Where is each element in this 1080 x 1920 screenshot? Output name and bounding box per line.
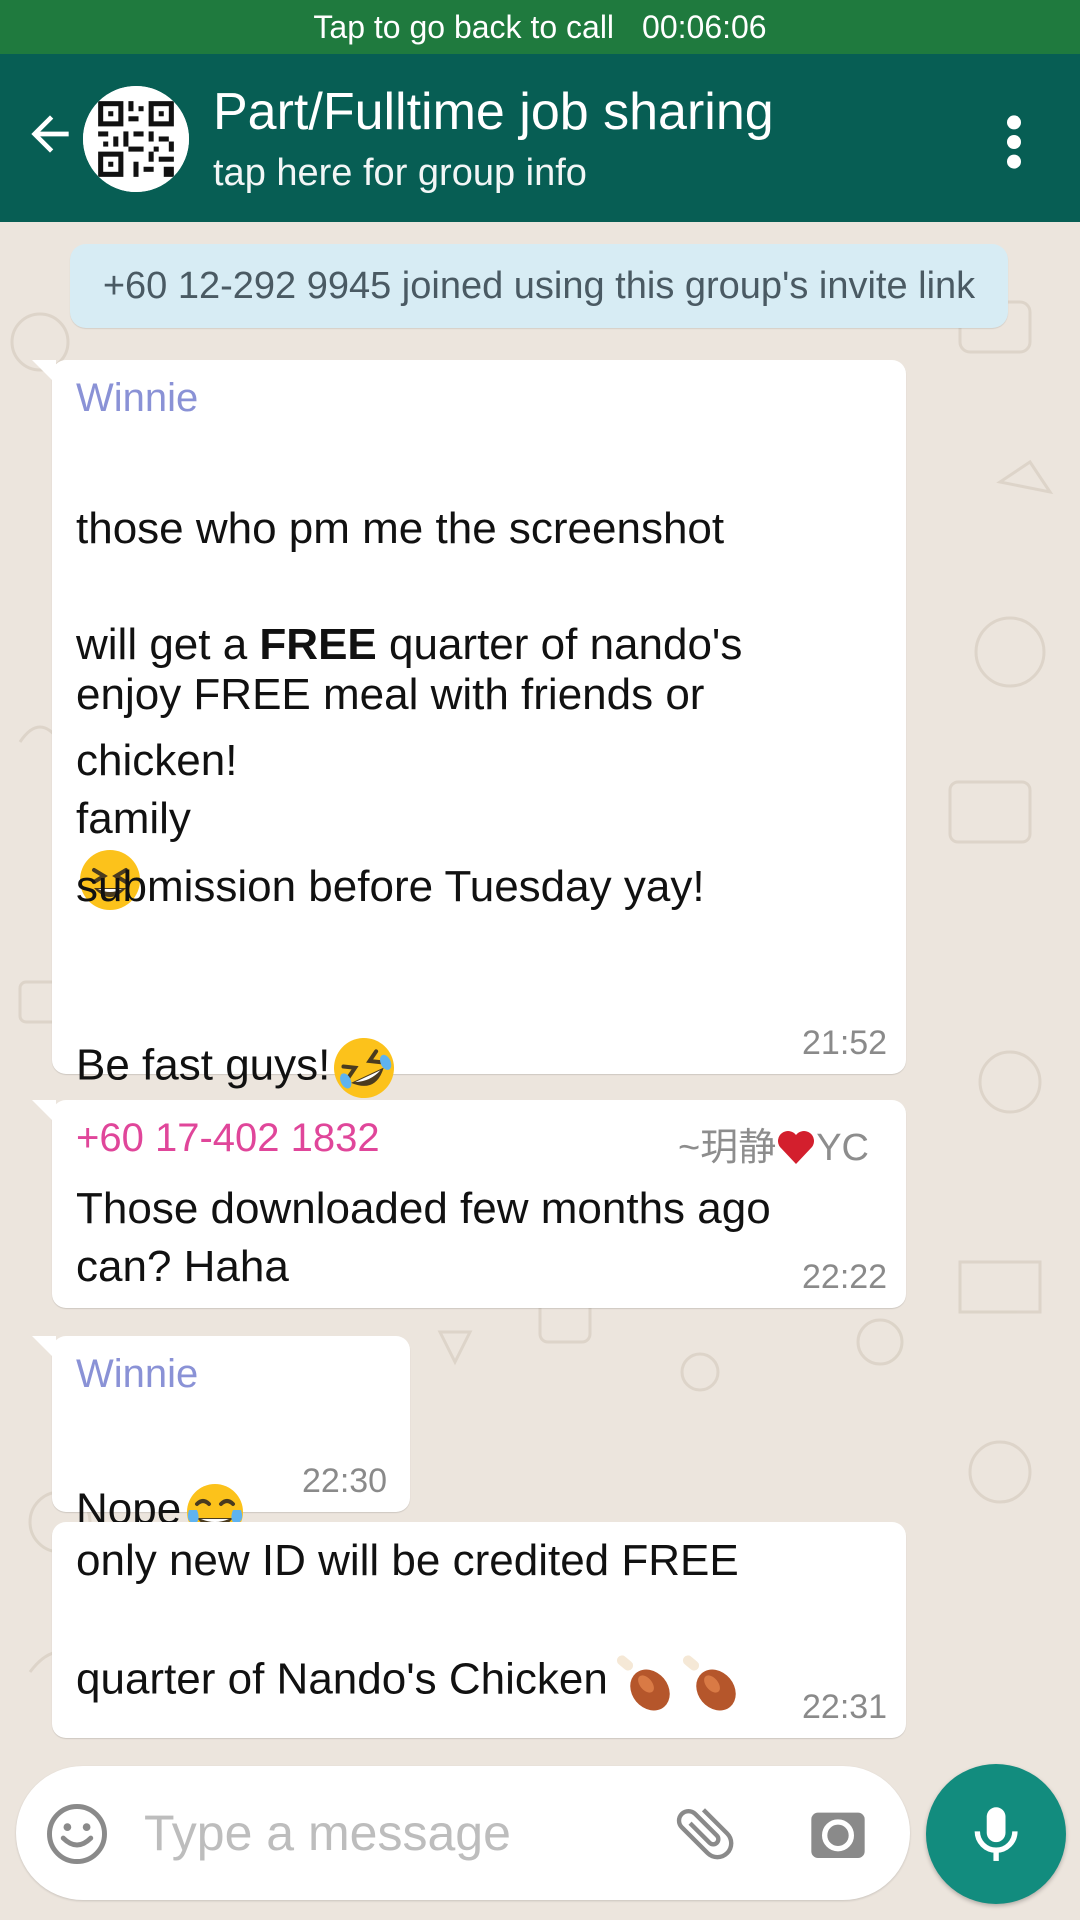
message-line: those who pm me the screenshot xyxy=(76,504,725,553)
message-text: those who pm me the screenshot will get … xyxy=(76,442,886,848)
group-title[interactable]: Part/Fulltime job sharing xyxy=(213,82,774,142)
call-duration: 00:06:06 xyxy=(642,8,767,45)
voice-message-button[interactable] xyxy=(926,1764,1066,1904)
camera-icon[interactable] xyxy=(806,1802,870,1866)
message-text-segment: quarter of nando's xyxy=(376,620,743,669)
poultry-leg-emoji xyxy=(616,1655,670,1711)
more-vert-icon[interactable] xyxy=(996,114,1032,170)
push-name-segment: ~玥静 xyxy=(678,1127,777,1169)
message-bubble[interactable]: Winnie those who pm me the screenshot wi… xyxy=(32,360,906,1098)
system-join-notice: +60 12-292 9945 joined using this group'… xyxy=(70,244,1008,328)
message-text: Those downloaded few months ago can? Hah… xyxy=(76,1184,771,1291)
chat-header[interactable]: Part/Fulltime job sharing tap here for g… xyxy=(0,54,1080,222)
attach-icon[interactable] xyxy=(670,1798,740,1868)
sender-push-name: ~玥静 YC xyxy=(678,1116,869,1171)
message-line: quarter of Nando's Chicken xyxy=(76,1592,740,1714)
message-time: 21:52 xyxy=(802,1024,888,1062)
heart-emoji xyxy=(778,1131,815,1164)
message-text-bold: FREE xyxy=(259,620,377,669)
message-line: submission before Tuesday yay! xyxy=(76,862,705,911)
return-to-call-bar[interactable]: Tap to go back to call 00:06:06 xyxy=(0,0,1080,54)
mic-icon xyxy=(974,1807,1018,1861)
message-line: enjoy FREE meal with friends or xyxy=(76,670,705,719)
bubble-tail xyxy=(32,1336,56,1360)
message-text-segment: quarter of Nando's Chicken xyxy=(76,1654,608,1704)
bubble-tail xyxy=(32,1100,56,1124)
message-text-segment: family xyxy=(76,794,191,843)
push-name-segment: YC xyxy=(816,1127,869,1169)
group-avatar[interactable] xyxy=(83,86,189,192)
message-text-segment: will get a xyxy=(76,620,260,669)
bubble-tail xyxy=(32,360,56,384)
message-time: 22:22 xyxy=(802,1258,888,1296)
message-time: 22:31 xyxy=(802,1688,888,1726)
group-info-hint[interactable]: tap here for group info xyxy=(213,152,587,195)
message-line: Be fast guys! xyxy=(76,978,396,1100)
smiley-icon[interactable] xyxy=(44,1801,110,1867)
back-arrow-icon[interactable] xyxy=(22,106,78,162)
sender-name[interactable]: Winnie xyxy=(76,1352,198,1397)
sender-phone[interactable]: +60 17-402 1832 xyxy=(76,1116,380,1161)
sender-name[interactable]: Winnie xyxy=(76,376,198,421)
message-time: 22:30 xyxy=(302,1462,388,1500)
message-text-segment: Be fast guys! xyxy=(76,1040,331,1090)
message-input-bar: Type a message xyxy=(16,1766,910,1900)
return-to-call-text: Tap to go back to call xyxy=(313,8,615,45)
poultry-leg-emoji xyxy=(682,1655,736,1711)
message-bubble[interactable]: only new ID will be credited FREE quarte… xyxy=(52,1522,906,1738)
message-input[interactable]: Type a message xyxy=(144,1804,511,1862)
message-bubble[interactable]: +60 17-402 1832 ~玥静 YC Those downloaded f… xyxy=(32,1100,906,1308)
message-bubble[interactable]: Winnie Nope 22:30 xyxy=(32,1336,410,1540)
rolling-laughing-emoji xyxy=(334,1038,395,1098)
message-line: chicken! xyxy=(76,736,238,785)
message-line: only new ID will be credited FREE xyxy=(76,1536,739,1585)
